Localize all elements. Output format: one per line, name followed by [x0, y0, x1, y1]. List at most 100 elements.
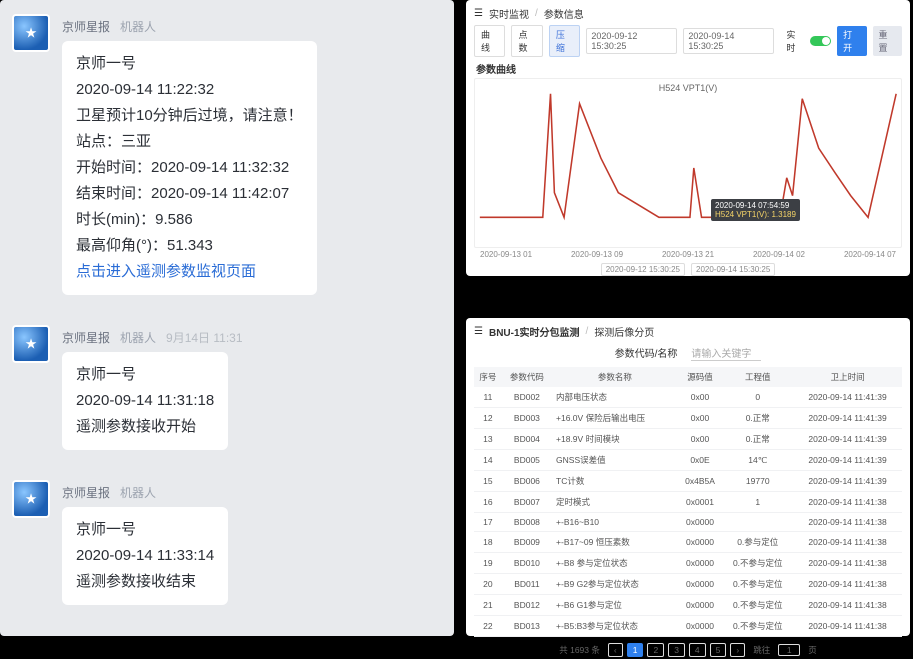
telemetry-link[interactable]: 点击进入遥测参数监视页面 — [76, 263, 256, 280]
bubble-line: 2020-09-14 11:22:32 — [76, 77, 303, 103]
cell-idx: 13 — [474, 429, 502, 450]
table-row[interactable]: 22BD013+-B5:B3参与定位状态0x00000.不参与定位2020-09… — [474, 616, 902, 637]
reset-button[interactable]: 重置 — [873, 26, 902, 56]
th-idx: 序号 — [474, 367, 502, 387]
bubble-1: 京师一号 2020-09-14 11:22:32 卫星预计10分钟后过境，请注意… — [62, 41, 317, 295]
live-toggle[interactable] — [810, 36, 831, 46]
crumb-item[interactable]: 实时监视 — [489, 6, 529, 21]
bubble-line: 遥测参数接收开始 — [76, 414, 214, 440]
table-row[interactable]: 11BD002内部电压状态0x0002020-09-14 11:41:39 — [474, 387, 902, 408]
cell-raw: 0x00 — [678, 429, 723, 450]
telemetry-table: 序号 参数代码 参数名称 源码值 工程值 卫上时间 11BD002内部电压状态0… — [474, 367, 902, 637]
pager-page[interactable]: 3 — [668, 643, 685, 657]
bubble-3: 京师一号 2020-09-14 11:33:14 遥测参数接收结束 — [62, 507, 228, 605]
cell-code: BD010 — [502, 553, 552, 574]
bot-tag: 机器人 — [120, 484, 156, 501]
bubble-label: 时长(min)： — [76, 211, 155, 228]
cell-raw: 0x4B5A — [678, 471, 723, 492]
pager-page[interactable]: 1 — [627, 643, 644, 657]
avatar[interactable] — [12, 325, 50, 363]
date-to-input[interactable]: 2020-09-14 15:30:25 — [683, 28, 774, 54]
pager: 共 1693 条 ‹ 1 2 3 4 5 › 跳往 1 页 — [474, 643, 902, 657]
date-from-input[interactable]: 2020-09-12 15:30:25 — [586, 28, 677, 54]
message-block-1: 京师星报 机器人 京师一号 2020-09-14 11:22:32 卫星预计10… — [18, 18, 436, 295]
tab-line[interactable]: 曲线 — [474, 25, 505, 57]
x-tick: 2020-09-14 07 — [844, 250, 896, 259]
cell-idx: 14 — [474, 450, 502, 471]
table-row[interactable]: 20BD011+-B9 G2参与定位状态0x00000.不参与定位2020-09… — [474, 574, 902, 595]
pager-next[interactable]: › — [730, 643, 745, 657]
x-tick: 2020-09-13 09 — [571, 250, 623, 259]
page-subtitle: 探测后像分页 — [594, 324, 654, 339]
bubble-value: 51.343 — [167, 237, 213, 254]
cell-idx: 18 — [474, 532, 502, 553]
bubble-2: 京师一号 2020-09-14 11:31:18 遥测参数接收开始 — [62, 352, 228, 450]
th-raw: 源码值 — [678, 367, 723, 387]
cell-idx: 16 — [474, 492, 502, 513]
cell-time: 2020-09-14 11:41:39 — [793, 471, 902, 492]
menu-icon[interactable]: ☰ — [474, 326, 483, 337]
chart-card: ☰ 实时监视 / 参数信息 曲线 点数 压缩 2020-09-12 15:30:… — [466, 0, 910, 276]
open-button[interactable]: 打开 — [837, 26, 866, 56]
search-input[interactable]: 请输入关键字 — [691, 345, 761, 361]
pager-jump-input[interactable]: 1 — [778, 644, 800, 656]
cell-raw: 0x0E — [678, 450, 723, 471]
tooltip-value: H524 VPT1(V): 1.3189 — [715, 210, 796, 219]
tooltip-time: 2020-09-14 07:54:59 — [715, 201, 796, 210]
tab-compress[interactable]: 压缩 — [549, 25, 580, 57]
cell-time: 2020-09-14 11:41:38 — [793, 492, 902, 513]
avatar[interactable] — [12, 14, 50, 52]
cell-name: +-B6 G1参与定位 — [552, 595, 678, 616]
cell-time: 2020-09-14 11:41:38 — [793, 616, 902, 637]
cell-raw: 0x0001 — [678, 492, 723, 513]
cell-code: BD005 — [502, 450, 552, 471]
crumb-item: 参数信息 — [544, 6, 584, 21]
footer-from: 2020-09-12 15:30:25 — [601, 263, 685, 276]
cell-time: 2020-09-14 11:41:39 — [793, 450, 902, 471]
cell-idx: 22 — [474, 616, 502, 637]
chart-range-footer: 2020-09-12 15:30:25 2020-09-14 15:30:25 — [474, 263, 902, 276]
cell-idx: 19 — [474, 553, 502, 574]
table-row[interactable]: 18BD009+-B17~09 恒压素数0x00000.参与定位2020-09-… — [474, 532, 902, 553]
avatar[interactable] — [12, 480, 50, 518]
cell-val: 0.不参与定位 — [722, 616, 793, 637]
table-row[interactable]: 17BD008+-B16~B100x00002020-09-14 11:41:3… — [474, 513, 902, 532]
cell-raw: 0x0000 — [678, 513, 723, 532]
table-row[interactable]: 19BD010+-B8 参与定位状态0x00000.不参与定位2020-09-1… — [474, 553, 902, 574]
pager-page[interactable]: 5 — [710, 643, 727, 657]
table-row[interactable]: 15BD006TC计数0x4B5A197702020-09-14 11:41:3… — [474, 471, 902, 492]
line-chart[interactable]: H524 VPT1(V) 2020-09-14 07:54:59 H524 VP… — [474, 78, 902, 248]
x-tick: 2020-09-14 02 — [753, 250, 805, 259]
table-row[interactable]: 14BD005GNSS误差值0x0E14℃2020-09-14 11:41:39 — [474, 450, 902, 471]
tab-point[interactable]: 点数 — [511, 25, 542, 57]
pager-goto-label: 跳往 — [753, 644, 770, 656]
live-label: 实时 — [786, 28, 803, 54]
cell-code: BD007 — [502, 492, 552, 513]
x-axis: 2020-09-13 01 2020-09-13 09 2020-09-13 2… — [474, 248, 902, 259]
table-row[interactable]: 13BD004+18.9V 时间模块0x000.正常2020-09-14 11:… — [474, 429, 902, 450]
cell-name: +-B8 参与定位状态 — [552, 553, 678, 574]
table-row[interactable]: 12BD003+16.0V 保险后输出电压0x000.正常2020-09-14 … — [474, 408, 902, 429]
cell-val — [722, 513, 793, 532]
breadcrumb: ☰ 实时监视 / 参数信息 — [474, 6, 584, 21]
cell-raw: 0x0000 — [678, 595, 723, 616]
cell-time: 2020-09-14 11:41:38 — [793, 513, 902, 532]
pager-page[interactable]: 2 — [647, 643, 664, 657]
cell-name: +16.0V 保险后输出电压 — [552, 408, 678, 429]
telemetry-table-card: ☰ BNU-1实时分包监测 / 探测后像分页 参数代码/名称 请输入关键字 序号… — [466, 318, 910, 636]
x-tick: 2020-09-13 21 — [662, 250, 714, 259]
table-row[interactable]: 16BD007定时模式0x000112020-09-14 11:41:38 — [474, 492, 902, 513]
cell-time: 2020-09-14 11:41:38 — [793, 532, 902, 553]
cell-code: BD003 — [502, 408, 552, 429]
cell-val: 0 — [722, 387, 793, 408]
pager-page[interactable]: 4 — [689, 643, 706, 657]
page-title: BNU-1实时分包监测 — [489, 324, 580, 339]
cell-raw: 0x0000 — [678, 532, 723, 553]
bubble-value: 2020-09-14 11:42:07 — [151, 185, 289, 202]
cell-val: 0.参与定位 — [722, 532, 793, 553]
cell-time: 2020-09-14 11:41:39 — [793, 387, 902, 408]
menu-icon[interactable]: ☰ — [474, 8, 483, 19]
table-row[interactable]: 21BD012+-B6 G1参与定位0x00000.不参与定位2020-09-1… — [474, 595, 902, 616]
cell-val: 0.正常 — [722, 429, 793, 450]
pager-prev[interactable]: ‹ — [608, 643, 623, 657]
